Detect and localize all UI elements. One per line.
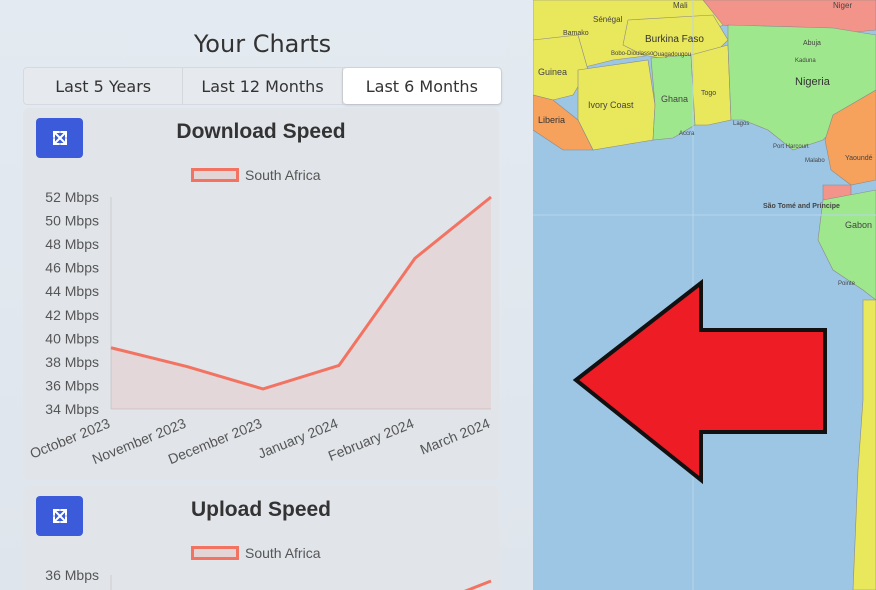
map-label: Kaduna [795,58,816,64]
country-map[interactable]: Sénégal Mali Niger Bamako Guinea Burkina… [533,0,876,590]
y-tick-label: 38 Mbps [45,354,99,370]
map-label: Liberia [538,115,565,125]
map-label: Mali [673,1,688,10]
y-tick-label: 46 Mbps [45,260,99,276]
map-label: Guinea [538,67,567,77]
tab-last-12-months[interactable]: Last 12 Months [183,68,343,104]
map-label: Bamako [563,30,589,37]
map-canvas[interactable]: Sénégal Mali Niger Bamako Guinea Burkina… [533,0,876,590]
y-tick-label: 34 Mbps [45,401,99,417]
map-label: Accra [679,131,695,137]
map-label: Bobo-Dioulasso [611,51,654,57]
map-label: Pointe [838,281,856,287]
y-tick-label: 50 Mbps [45,213,99,229]
map-label: São Tomé and Príncipe [763,203,840,210]
map-label: Nigeria [795,76,831,88]
map-label: Ivory Coast [588,100,634,110]
y-tick-label: 36 Mbps [45,377,99,393]
upload-speed-card: Upload Speed South Africa 36 Mbps [23,486,499,590]
upload-speed-chart: 36 Mbps [45,567,492,590]
map-label: Burkina Faso [645,34,704,45]
x-tick-label: March 2024 [418,415,493,458]
y-tick-label: 48 Mbps [45,236,99,252]
map-label: Malabo [805,158,825,164]
map-label: Lagos [733,121,749,127]
tab-last-5-years[interactable]: Last 5 Years [24,68,184,104]
map-label: Port Harcourt [773,144,809,150]
y-tick-label: 42 Mbps [45,307,99,323]
panel-title: Your Charts [193,30,332,58]
y-tick-label: 52 Mbps [45,189,99,205]
map-label: Ghana [661,94,688,104]
charts-panel: Your Charts Last 5 Years Last 12 Months … [0,0,533,590]
tab-last-6-months[interactable]: Last 6 Months [342,68,501,104]
region-togo-benin [690,44,732,126]
y-tick-label: 44 Mbps [45,283,99,299]
map-label: Niger [833,1,852,10]
map-label: Gabon [845,220,872,230]
map-label: Sénégal [593,15,623,24]
y-tick-label: 40 Mbps [45,330,99,346]
y-tick-label: 36 Mbps [45,567,99,583]
map-label: Togo [701,90,716,97]
download-speed-card: Download Speed South Africa 52 Mbps 50 Mb… [23,108,499,480]
download-speed-chart: 52 Mbps 50 Mbps 48 Mbps 46 Mbps 44 Mbps 42 Mb… [27,189,493,467]
series-line [463,579,492,590]
map-label: Abuja [803,40,821,47]
x-tick-label: February 2024 [326,415,417,464]
map-label: Yaoundé [845,155,873,162]
time-range-tabs: Last 5 Years Last 12 Months Last 6 Month… [23,67,502,105]
map-label: Ouagadougou [653,52,691,58]
